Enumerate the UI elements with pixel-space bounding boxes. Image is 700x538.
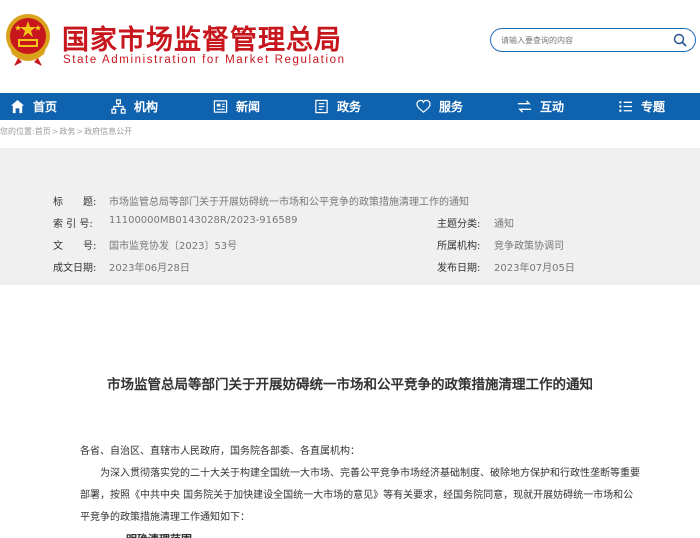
nav-label: 机构 [134,100,159,114]
nav-label: 专题 [641,100,666,114]
news-icon [213,100,228,113]
national-emblem-icon[interactable] [4,12,52,68]
breadcrumb-separator: > [76,127,84,136]
document-meta-box: 标 题: 市场监管总局等部门关于开展妨碍统一市场和公平竞争的政策措施清理工作的通… [0,148,700,285]
meta-date-value: 2023年06月28日 [109,263,190,274]
article-section-heading: 一、明确清理范围 [104,529,664,538]
nav-item-service[interactable]: 服务 [416,93,463,120]
nav-label: 新闻 [236,100,261,114]
meta-dept-value: 竞争政策协调司 [494,241,564,252]
search-input[interactable] [501,32,666,48]
breadcrumb-separator: > [51,127,59,136]
nav-label: 政务 [337,100,362,114]
meta-title-value: 市场监管总局等部门关于开展妨碍统一市场和公平竞争的政策措施清理工作的通知 [109,197,469,208]
nav-item-org[interactable]: 机构 [111,93,158,120]
meta-title-label: 标 题: [53,197,97,208]
topic-icon [619,101,633,112]
meta-pub-value: 2023年07月05日 [494,263,575,274]
search-box [490,28,696,52]
article-greeting: 各省、自治区、直辖市人民政府，国务院各部委、各直属机构： [80,446,360,457]
gov-affairs-icon [315,99,328,114]
meta-docno-value: 国市监竞协发〔2023〕53号 [109,241,238,252]
interact-icon [517,100,532,113]
nav-item-gov[interactable]: 政务 [314,93,361,120]
search-icon[interactable] [673,33,687,47]
nav-item-interact[interactable]: 互动 [517,93,564,120]
breadcrumb: 您的位置:首页>政务>政府信息公开 [0,126,700,142]
site-title-cn[interactable]: 国家市场监督管理总局 [62,18,342,57]
home-icon [10,99,25,114]
breadcrumb-item-info-disclosure[interactable]: 政府信息公开 [84,127,132,136]
nav-item-news[interactable]: 新闻 [213,93,260,120]
nav-item-topic[interactable]: 专题 [618,93,665,120]
nav-item-home[interactable]: 首页 [10,93,57,120]
org-icon [111,99,126,114]
breadcrumb-item-gov[interactable]: 政务 [59,127,75,136]
meta-category-label: 主题分类: [437,219,481,230]
meta-index-label: 索 引 号: [53,219,93,230]
meta-dept-label: 所属机构: [437,241,481,252]
main-nav: 首页 机构 新闻 政务 服务 互动 专题 [0,93,700,120]
meta-index-value: 11100000MB0143028R/2023-916589 [109,215,298,226]
meta-date-label: 成文日期: [53,263,97,274]
meta-pub-label: 发布日期: [437,263,481,274]
breadcrumb-prefix: 您的位置: [0,127,35,136]
breadcrumb-item-home[interactable]: 首页 [35,127,51,136]
meta-category-value: 通知 [494,219,514,230]
site-header: 国家市场监督管理总局 State Administration for Mark… [0,0,700,88]
article-body-paragraph: 为深入贯彻落实党的二十大关于构建全国统一大市场、完善公平竞争市场经济基础制度、破… [80,468,640,523]
nav-label: 首页 [33,100,58,114]
nav-label: 互动 [540,100,565,114]
nav-label: 服务 [439,100,464,114]
service-icon [416,99,431,113]
article-title: 市场监管总局等部门关于开展妨碍统一市场和公平竞争的政策措施清理工作的通知 [107,377,593,393]
meta-docno-label: 文 号: [53,241,97,252]
site-title-en: State Administration for Market Regulati… [63,54,346,66]
